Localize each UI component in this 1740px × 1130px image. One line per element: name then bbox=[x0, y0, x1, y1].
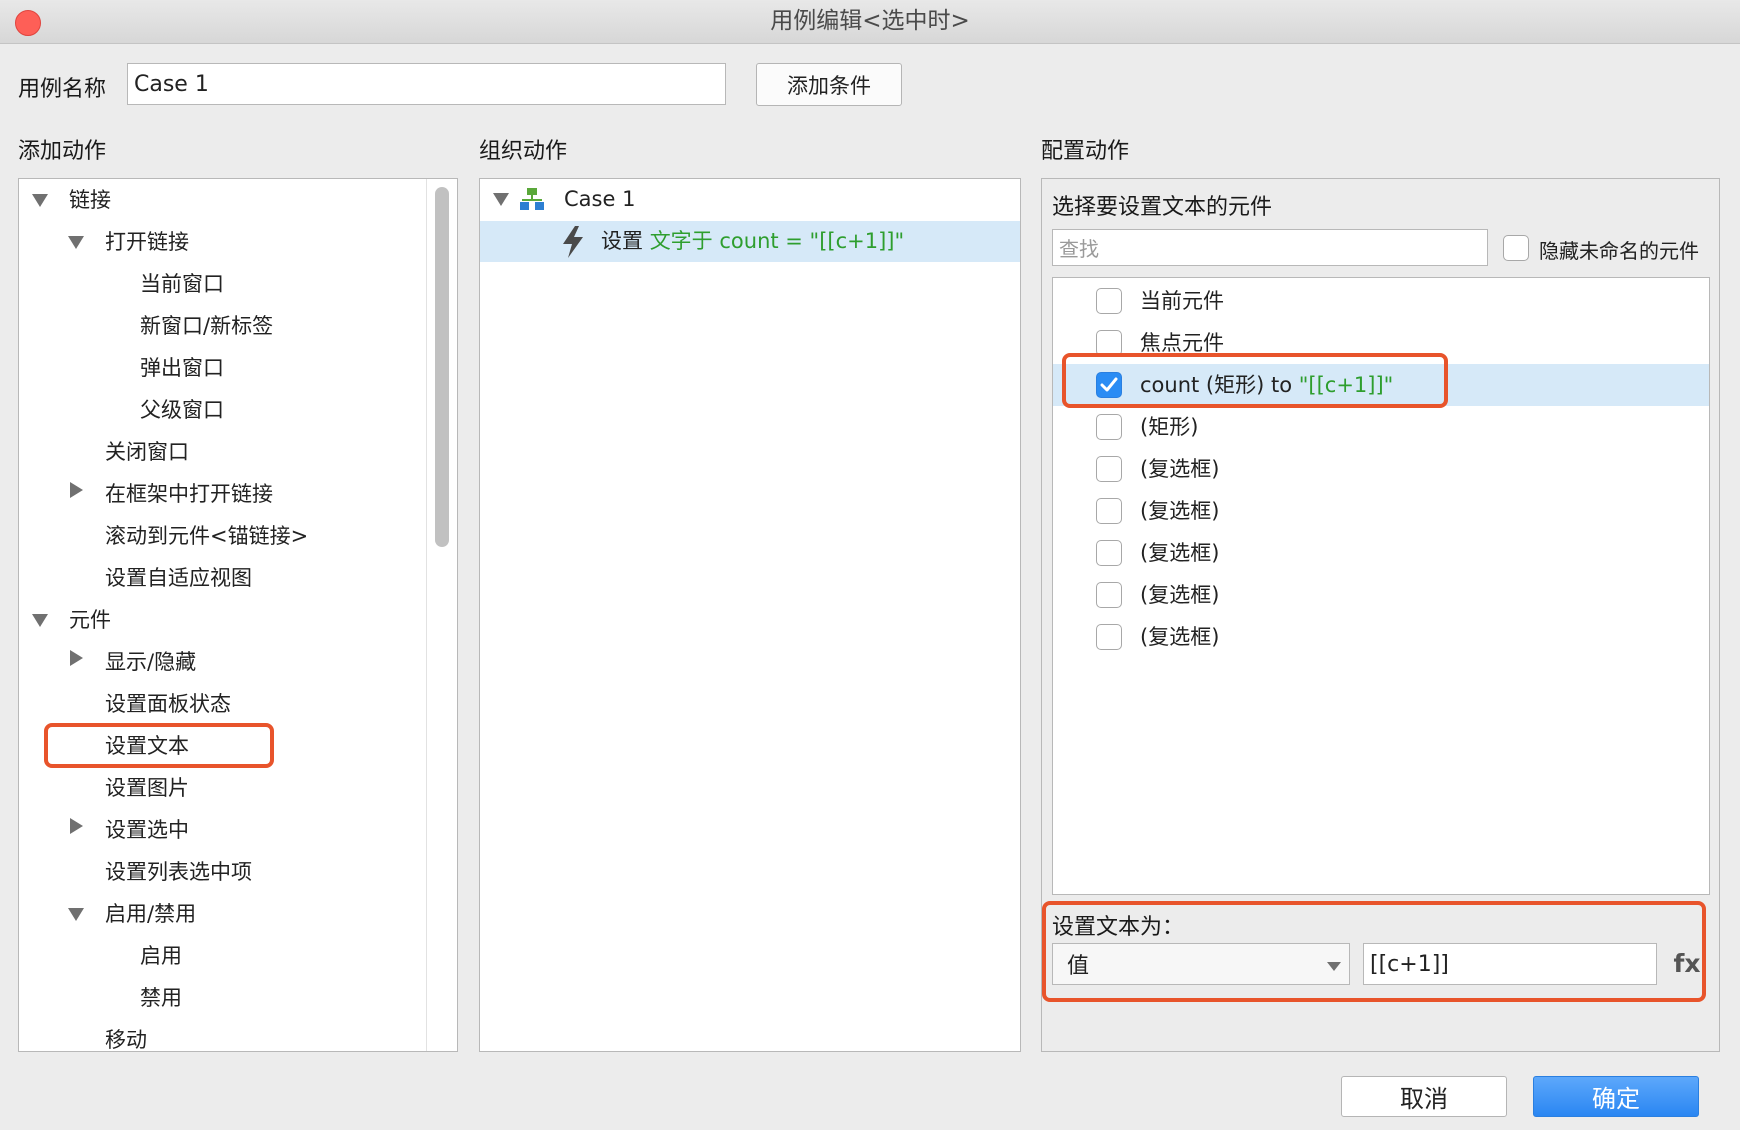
ok-button[interactable]: 确定 bbox=[1533, 1076, 1699, 1117]
highlight-set-text bbox=[44, 723, 274, 768]
tree-item-open-in-frame[interactable]: 在框架中打开链接 bbox=[105, 474, 273, 514]
cancel-button[interactable]: 取消 bbox=[1341, 1076, 1507, 1117]
chevron-right-icon[interactable] bbox=[70, 482, 83, 498]
widget-label: (复选框) bbox=[1140, 541, 1220, 565]
add-condition-button[interactable]: 添加条件 bbox=[756, 63, 902, 106]
case-tree-icon bbox=[520, 188, 544, 210]
action-detail: 文字于 count = "[[c+1]]" bbox=[649, 229, 905, 253]
chevron-right-icon[interactable] bbox=[70, 818, 83, 834]
widget-checkbox[interactable] bbox=[1096, 498, 1122, 524]
add-actions-tree[interactable]: 链接 打开链接 当前窗口 新窗口/新标签 弹出窗口 父级窗口 关闭窗口 在框架中… bbox=[18, 178, 458, 1052]
select-widgets-title: 选择要设置文本的元件 bbox=[1052, 195, 1273, 220]
tree-item-show-hide[interactable]: 显示/隐藏 bbox=[105, 642, 196, 682]
tree-item-set-panel-state[interactable]: 设置面板状态 bbox=[105, 684, 231, 724]
case-name-input[interactable]: Case 1 bbox=[127, 63, 726, 105]
widget-label: (复选框) bbox=[1140, 457, 1220, 481]
add-actions-heading: 添加动作 bbox=[18, 139, 107, 164]
widget-row[interactable]: (复选框) bbox=[1053, 616, 1709, 658]
highlight-selected-widget bbox=[1062, 353, 1448, 408]
widget-label: (复选框) bbox=[1140, 583, 1220, 607]
tree-item-open-link[interactable]: 打开链接 bbox=[105, 222, 189, 262]
widget-checkbox[interactable] bbox=[1096, 582, 1122, 608]
chevron-down-icon[interactable] bbox=[32, 194, 48, 207]
window-title: 用例编辑<选中时> bbox=[770, 8, 970, 34]
widget-row[interactable]: (复选框) bbox=[1053, 490, 1709, 532]
widget-checkbox[interactable] bbox=[1096, 540, 1122, 566]
hide-unnamed-label: 隐藏未命名的元件 bbox=[1539, 239, 1699, 263]
chevron-down-icon[interactable] bbox=[68, 236, 84, 249]
tree-item-scroll-to-widget[interactable]: 滚动到元件<锚链接> bbox=[105, 516, 308, 556]
case-name-label: 用例名称 bbox=[18, 77, 107, 102]
tree-item-set-adaptive-view[interactable]: 设置自适应视图 bbox=[105, 558, 252, 598]
tree-item-current-window[interactable]: 当前窗口 bbox=[140, 264, 224, 304]
tree-item-parent-window[interactable]: 父级窗口 bbox=[140, 390, 224, 430]
tree-item-widgets[interactable]: 元件 bbox=[69, 600, 111, 640]
tree-item-disable[interactable]: 禁用 bbox=[140, 978, 182, 1018]
widget-checkbox[interactable] bbox=[1096, 288, 1122, 314]
tree-item-set-list-selected[interactable]: 设置列表选中项 bbox=[105, 852, 252, 892]
tree-item-move[interactable]: 移动 bbox=[105, 1020, 147, 1051]
action-prefix: 设置 bbox=[601, 229, 643, 253]
widget-label: (复选框) bbox=[1140, 625, 1220, 649]
tree-item-enable-disable[interactable]: 启用/禁用 bbox=[105, 894, 196, 934]
configure-actions-heading: 配置动作 bbox=[1041, 139, 1130, 164]
tree-item-new-window[interactable]: 新窗口/新标签 bbox=[140, 306, 273, 346]
action-row[interactable]: 设置 文字于 count = "[[c+1]]" bbox=[480, 221, 1020, 262]
hide-unnamed-checkbox[interactable] bbox=[1503, 235, 1529, 261]
tree-item-link[interactable]: 链接 bbox=[69, 180, 111, 220]
scrollbar-thumb[interactable] bbox=[435, 187, 449, 547]
organize-actions-heading: 组织动作 bbox=[479, 139, 568, 164]
widget-label: 当前元件 bbox=[1140, 289, 1224, 313]
scrollbar-track bbox=[426, 179, 427, 1051]
case-item[interactable]: Case 1 bbox=[564, 179, 635, 219]
organize-actions-tree[interactable]: Case 1 设置 文字于 count = "[[c+1]]" bbox=[479, 178, 1021, 1052]
widget-row[interactable]: (复选框) bbox=[1053, 532, 1709, 574]
widget-row[interactable]: (复选框) bbox=[1053, 448, 1709, 490]
tree-item-enable[interactable]: 启用 bbox=[140, 936, 182, 976]
chevron-down-icon[interactable] bbox=[32, 614, 48, 627]
tree-item-close-window[interactable]: 关闭窗口 bbox=[105, 432, 189, 472]
chevron-right-icon[interactable] bbox=[70, 650, 83, 666]
chevron-down-icon[interactable] bbox=[68, 908, 84, 921]
chevron-down-icon[interactable] bbox=[493, 193, 509, 206]
widget-label: (复选框) bbox=[1140, 499, 1220, 523]
widget-row[interactable]: (矩形) bbox=[1053, 406, 1709, 448]
highlight-set-text-section bbox=[1042, 901, 1706, 1002]
widget-row[interactable]: (复选框) bbox=[1053, 574, 1709, 616]
widget-checkbox[interactable] bbox=[1096, 414, 1122, 440]
lightning-icon bbox=[563, 226, 583, 258]
widget-label: (矩形) bbox=[1140, 415, 1199, 439]
tree-item-set-selected[interactable]: 设置选中 bbox=[105, 810, 189, 850]
tree-item-set-image[interactable]: 设置图片 bbox=[105, 768, 189, 808]
tree-item-popup-window[interactable]: 弹出窗口 bbox=[140, 348, 224, 388]
widget-row[interactable]: 当前元件 bbox=[1053, 280, 1709, 322]
search-input[interactable]: 查找 bbox=[1052, 229, 1488, 266]
widget-checkbox[interactable] bbox=[1096, 624, 1122, 650]
widget-checkbox[interactable] bbox=[1096, 456, 1122, 482]
